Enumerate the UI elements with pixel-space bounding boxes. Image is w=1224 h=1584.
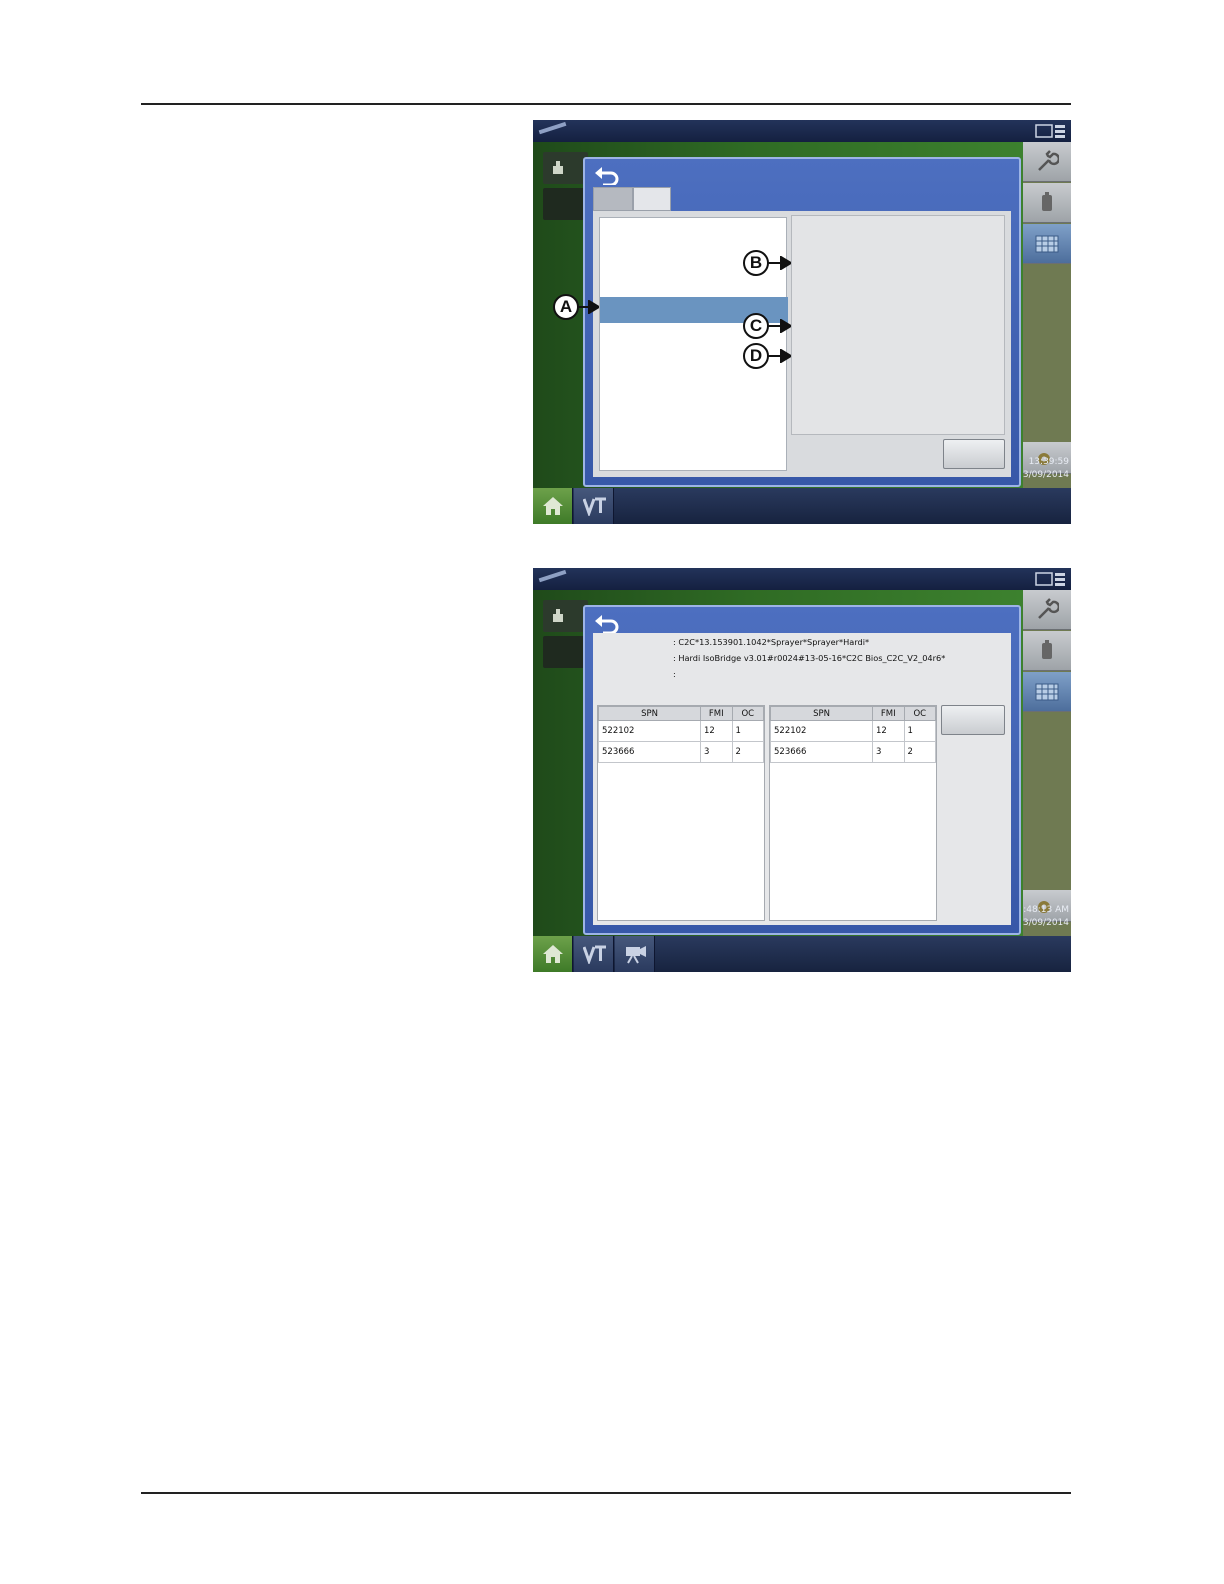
action-button[interactable] bbox=[943, 439, 1005, 469]
column-header-spn: SPN bbox=[769, 706, 874, 721]
cell-fmi: 3 bbox=[700, 741, 733, 763]
bottom-toolbar bbox=[533, 936, 1071, 972]
tools-button[interactable] bbox=[1023, 142, 1071, 182]
table-row[interactable]: 523666 3 2 bbox=[769, 741, 937, 763]
screens-icon[interactable] bbox=[1035, 571, 1067, 587]
cell-fmi: 12 bbox=[700, 720, 733, 742]
pointer-arrow-icon bbox=[767, 256, 791, 270]
table-header-row: SPN FMI OC bbox=[597, 706, 765, 721]
software-version-line: : Hardi IsoBridge v3.01#r0024#13-05-16*C… bbox=[673, 653, 946, 663]
grid-icon bbox=[1035, 683, 1059, 701]
wrench-icon bbox=[1038, 150, 1059, 171]
home-icon bbox=[543, 945, 563, 963]
cell-oc: 1 bbox=[731, 720, 765, 742]
column-header-spn: SPN bbox=[597, 706, 702, 721]
vt-button[interactable] bbox=[574, 936, 614, 972]
layout-button[interactable] bbox=[1023, 672, 1071, 712]
tools-button[interactable] bbox=[1023, 590, 1071, 630]
active-fault-table[interactable]: SPN FMI OC 522102 12 1 523666 3 2 bbox=[597, 705, 765, 921]
footer-rule bbox=[141, 1492, 1071, 1494]
previous-fault-table[interactable]: SPN FMI OC 522102 12 1 523666 3 2 bbox=[769, 705, 937, 921]
dialog-panel: : C2C*13.153901.1042*Sprayer*Sprayer*Har… bbox=[593, 633, 1011, 925]
callout-label: C bbox=[743, 313, 769, 339]
column-header-oc: OC bbox=[903, 706, 937, 721]
back-arrow-icon[interactable] bbox=[593, 613, 623, 633]
column-header-fmi: FMI bbox=[700, 706, 733, 721]
cell-spn: 522102 bbox=[769, 720, 874, 742]
clock-time: 13:39:59 bbox=[1028, 457, 1069, 467]
background-tile[interactable] bbox=[543, 188, 588, 220]
diagnostics-dialog bbox=[583, 157, 1021, 487]
screens-icon[interactable] bbox=[1035, 123, 1067, 139]
back-arrow-icon[interactable] bbox=[593, 165, 623, 185]
clear-faults-button[interactable] bbox=[941, 705, 1005, 735]
home-button[interactable] bbox=[533, 488, 573, 524]
brand-logo-icon bbox=[538, 568, 568, 587]
right-toolbar: 13:39:59 3/09/2014 bbox=[1023, 142, 1071, 488]
vt-button[interactable] bbox=[574, 488, 614, 524]
sprayer-tank-icon bbox=[1042, 192, 1052, 211]
cell-fmi: 12 bbox=[872, 720, 905, 742]
clock: 13:39:59 3/09/2014 bbox=[1021, 456, 1069, 482]
callout-label: D bbox=[743, 343, 769, 369]
cell-oc: 2 bbox=[731, 741, 765, 763]
tab-1[interactable] bbox=[593, 187, 633, 211]
detail-pane bbox=[791, 215, 1005, 435]
table-header-row: SPN FMI OC bbox=[769, 706, 937, 721]
clock-date: 3/09/2014 bbox=[1022, 918, 1069, 928]
background-tile[interactable] bbox=[543, 636, 588, 668]
header-rule bbox=[141, 103, 1071, 105]
tractor-icon bbox=[553, 161, 563, 174]
home-icon bbox=[543, 497, 563, 515]
background-tile[interactable] bbox=[543, 152, 588, 184]
cell-oc: 2 bbox=[903, 741, 937, 763]
virtual-terminal-icon bbox=[583, 497, 606, 516]
pointer-arrow-icon bbox=[767, 349, 791, 363]
table-row[interactable]: 522102 12 1 bbox=[597, 720, 765, 742]
bottom-toolbar bbox=[533, 488, 1071, 524]
ecu-name-line: : C2C*13.153901.1042*Sprayer*Sprayer*Har… bbox=[673, 637, 870, 647]
camera-button[interactable] bbox=[615, 936, 655, 972]
empty-info-line: : bbox=[673, 669, 676, 679]
top-status-bar bbox=[533, 120, 1071, 142]
clock-time: :48:13 AM bbox=[1023, 905, 1069, 915]
callout-label: B bbox=[743, 250, 769, 276]
product-button[interactable] bbox=[1023, 631, 1071, 671]
wrench-icon bbox=[1038, 598, 1059, 619]
top-status-bar bbox=[533, 568, 1071, 590]
tractor-icon bbox=[553, 609, 563, 622]
callout-label: A bbox=[553, 294, 579, 320]
product-button[interactable] bbox=[1023, 183, 1071, 223]
column-header-oc: OC bbox=[731, 706, 765, 721]
column-header-fmi: FMI bbox=[872, 706, 905, 721]
brand-logo-icon bbox=[538, 120, 568, 139]
clock: :48:13 AM 3/09/2014 bbox=[1021, 904, 1069, 930]
cell-spn: 523666 bbox=[597, 741, 702, 763]
dialog-panel bbox=[593, 211, 1011, 477]
cell-fmi: 3 bbox=[872, 741, 905, 763]
grid-icon bbox=[1035, 235, 1059, 253]
pointer-arrow-icon bbox=[767, 319, 791, 333]
right-toolbar: :48:13 AM 3/09/2014 bbox=[1023, 590, 1071, 936]
layout-button[interactable] bbox=[1023, 224, 1071, 264]
table-row[interactable]: 523666 3 2 bbox=[597, 741, 765, 763]
cell-oc: 1 bbox=[903, 720, 937, 742]
clock-date: 3/09/2014 bbox=[1022, 470, 1069, 480]
table-row[interactable]: 522102 12 1 bbox=[769, 720, 937, 742]
sprayer-tank-icon bbox=[1042, 640, 1052, 659]
home-button[interactable] bbox=[533, 936, 573, 972]
fault-codes-dialog: : C2C*13.153901.1042*Sprayer*Sprayer*Har… bbox=[583, 605, 1021, 935]
cell-spn: 522102 bbox=[597, 720, 702, 742]
display-screenshot-2: :48:13 AM 3/09/2014 : C2C*13.153901.1042… bbox=[533, 568, 1071, 972]
display-screenshot-1: 13:39:59 3/09/2014 A B C D bbox=[533, 120, 1071, 524]
virtual-terminal-icon bbox=[583, 945, 606, 964]
pointer-arrow-icon bbox=[577, 300, 599, 314]
cell-spn: 523666 bbox=[769, 741, 874, 763]
background-tile[interactable] bbox=[543, 600, 588, 632]
tab-2[interactable] bbox=[633, 187, 671, 211]
camera-icon bbox=[626, 946, 646, 964]
